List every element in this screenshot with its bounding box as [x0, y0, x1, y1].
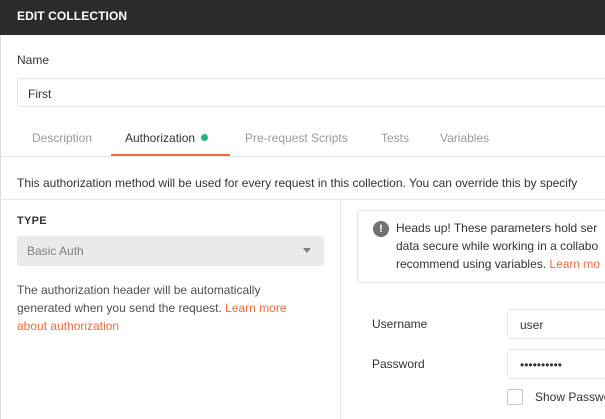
password-input[interactable]: ••••••••••	[507, 349, 605, 379]
tab-tests[interactable]: Tests	[381, 131, 409, 145]
learn-more-variables-link[interactable]: Learn mo	[549, 257, 600, 271]
exclamation-icon: !	[373, 221, 389, 237]
tab-variables[interactable]: Variables	[440, 131, 489, 145]
password-label: Password	[372, 357, 425, 371]
type-label: TYPE	[17, 215, 47, 227]
active-dot-icon	[201, 134, 209, 141]
show-password-label: Show Passwo	[535, 390, 605, 404]
tab-description[interactable]: Description	[32, 131, 92, 145]
tab-authorization-label: Authorization	[125, 131, 196, 145]
notice-text: Heads up! These parameters hold ser data…	[396, 219, 605, 273]
section-divider	[0, 199, 605, 200]
auth-type-select[interactable]: Basic Auth	[17, 236, 324, 266]
tab-divider	[0, 156, 605, 157]
username-input[interactable]: user	[507, 309, 605, 339]
heads-up-notice: ! Heads up! These parameters hold ser da…	[357, 210, 605, 283]
show-password-checkbox[interactable]	[507, 389, 523, 405]
notice-line-3: recommend using variables. Learn mo	[396, 255, 605, 273]
tab-pre-request-scripts[interactable]: Pre-request Scripts	[245, 131, 348, 145]
modal-left-border	[0, 35, 1, 419]
auth-type-value: Basic Auth	[27, 244, 84, 258]
collection-name-input[interactable]: First	[17, 78, 605, 107]
notice-line-2: data secure while working in a collabo	[396, 239, 599, 253]
modal-title: EDIT COLLECTION	[17, 9, 128, 23]
tab-authorization[interactable]: Authorization	[125, 131, 209, 145]
username-label: Username	[372, 317, 428, 331]
modal-header: EDIT COLLECTION	[0, 0, 605, 35]
notice-line-3-text: recommend using variables.	[396, 257, 550, 271]
name-label: Name	[17, 53, 50, 67]
auth-help-text: The authorization header will be automat…	[17, 281, 317, 335]
chevron-down-icon	[303, 248, 311, 253]
auth-info-text: This authorization method will be used f…	[17, 176, 578, 190]
column-divider	[340, 200, 341, 419]
auth-help-body: The authorization header will be automat…	[17, 283, 261, 315]
notice-line-1: Heads up! These parameters hold ser	[396, 221, 598, 235]
